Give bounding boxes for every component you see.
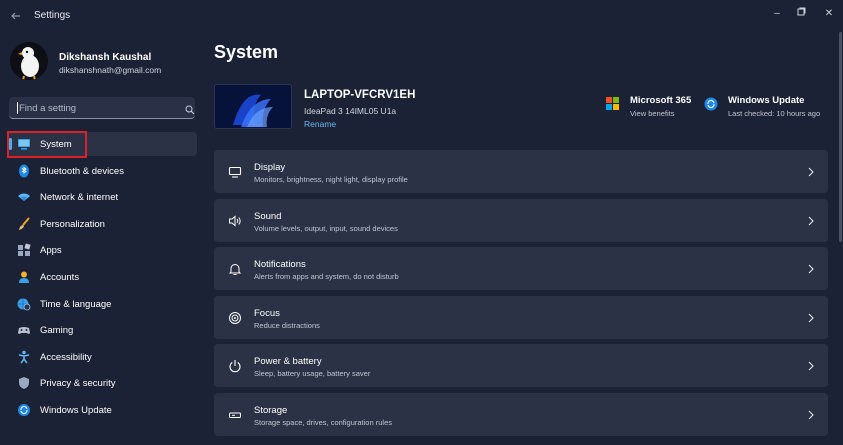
device-name: LAPTOP-VFCRV1EH [304, 89, 416, 101]
brush-icon [17, 217, 31, 231]
sidebar-nav: System Bluetooth & devices Network & int… [7, 132, 197, 425]
selection-indicator [9, 138, 12, 150]
system-icon [17, 137, 31, 151]
card-focus[interactable]: Focus Reduce distractions [214, 295, 828, 339]
sidebar-item-windows-update[interactable]: Windows Update [7, 398, 197, 422]
power-icon [228, 359, 242, 373]
windows-update-title[interactable]: Windows Update [728, 95, 804, 106]
windows-update-icon[interactable] [704, 97, 718, 111]
sidebar-item-gaming[interactable]: Gaming [7, 318, 197, 342]
windows-update-icon [17, 403, 31, 417]
sidebar-item-label: Windows Update [40, 404, 112, 416]
profile-name: Dikshansh Kaushal [59, 52, 152, 63]
sidebar-item-network[interactable]: Network & internet [7, 185, 197, 209]
settings-cards: Display Monitors, brightness, night ligh… [214, 150, 828, 442]
sidebar-item-label: System [40, 139, 72, 150]
profile-email: dikshanshnath@gmail.com [59, 65, 162, 75]
sidebar-item-bluetooth[interactable]: Bluetooth & devices [7, 159, 197, 183]
sidebar-item-label: Apps [40, 245, 62, 257]
close-button[interactable]: ✕ [818, 6, 840, 22]
avatar [10, 42, 48, 80]
search-box[interactable] [9, 97, 195, 119]
sidebar-item-privacy[interactable]: Privacy & security [7, 371, 197, 395]
focus-icon [228, 311, 242, 325]
card-power-battery[interactable]: Power & battery Sleep, battery usage, ba… [214, 344, 828, 388]
sidebar-item-accessibility[interactable]: Accessibility [7, 345, 197, 369]
chevron-right-icon [806, 311, 816, 323]
card-title: Notifications [254, 259, 306, 271]
card-notifications[interactable]: Notifications Alerts from apps and syste… [214, 247, 828, 291]
chevron-right-icon [806, 165, 816, 177]
monitor-icon [228, 165, 242, 179]
storage-icon [228, 408, 242, 422]
back-arrow-icon[interactable] [10, 10, 24, 24]
card-subtitle: Volume levels, output, input, sound devi… [254, 223, 398, 233]
chevron-right-icon [806, 408, 816, 420]
card-title: Power & battery [254, 356, 322, 368]
card-sound[interactable]: Sound Volume levels, output, input, soun… [214, 198, 828, 242]
card-subtitle: Storage space, drives, configuration rul… [254, 417, 392, 427]
page-title: System [214, 42, 279, 62]
card-title: Display [254, 162, 286, 173]
windows-update-subtitle[interactable]: Last checked: 10 hours ago [728, 109, 820, 118]
minimize-button[interactable]: – [766, 6, 788, 22]
apps-icon [17, 243, 31, 257]
rename-link[interactable]: Rename [304, 119, 336, 129]
sidebar-item-label: Bluetooth & devices [40, 165, 124, 177]
sidebar-item-apps[interactable]: Apps [7, 238, 197, 262]
card-subtitle: Reduce distractions [254, 320, 320, 330]
sidebar-item-system[interactable]: System [7, 132, 197, 156]
search-input[interactable] [19, 97, 169, 119]
speaker-icon [228, 214, 242, 228]
device-model: IdeaPad 3 14IML05 U1a [304, 106, 397, 116]
user-profile[interactable]: Dikshansh Kaushal dikshanshnath@gmail.co… [10, 42, 210, 82]
microsoft365-subtitle[interactable]: View benefits [630, 109, 674, 118]
sidebar-item-label: Accessibility [40, 351, 92, 363]
device-wallpaper-thumbnail [214, 84, 292, 129]
shield-icon [17, 376, 31, 390]
wifi-icon [17, 190, 31, 204]
sidebar-item-time-language[interactable]: Time & language [7, 292, 197, 316]
sidebar-item-accounts[interactable]: Accounts [7, 265, 197, 289]
globe-clock-icon [17, 297, 31, 311]
sidebar-item-label: Accounts [40, 271, 80, 283]
card-subtitle: Sleep, battery usage, battery saver [254, 369, 371, 379]
card-subtitle: Alerts from apps and system, do not dist… [254, 272, 399, 282]
sidebar-item-label: Network & internet [40, 192, 119, 204]
microsoft-logo-icon[interactable] [606, 97, 619, 110]
microsoft365-title[interactable]: Microsoft 365 [630, 95, 691, 106]
chevron-right-icon [806, 359, 816, 371]
maximize-button[interactable] [790, 6, 812, 22]
scrollbar[interactable] [839, 32, 842, 242]
search-icon[interactable] [185, 102, 195, 115]
sidebar-item-label: Privacy & security [40, 378, 116, 390]
title-bar: Settings – ✕ [0, 0, 843, 32]
sidebar-item-personalization[interactable]: Personalization [7, 212, 197, 236]
chevron-right-icon [806, 214, 816, 226]
window-title: Settings [34, 10, 71, 21]
sidebar-item-label: Gaming [40, 325, 74, 337]
card-title: Sound [254, 210, 282, 222]
gamepad-icon [17, 323, 31, 337]
card-storage[interactable]: Storage Storage space, drives, configura… [214, 392, 828, 436]
card-title: Storage [254, 404, 288, 416]
chevron-right-icon [806, 262, 816, 274]
bell-icon [228, 262, 242, 276]
person-icon [17, 270, 31, 284]
text-caret [17, 102, 18, 114]
card-subtitle: Monitors, brightness, night light, displ… [254, 175, 408, 184]
card-display[interactable]: Display Monitors, brightness, night ligh… [214, 150, 828, 193]
bluetooth-icon [17, 164, 31, 178]
card-title: Focus [254, 307, 280, 319]
accessibility-icon [17, 350, 31, 364]
sidebar-item-label: Personalization [40, 218, 105, 230]
sidebar-item-label: Time & language [40, 298, 112, 310]
